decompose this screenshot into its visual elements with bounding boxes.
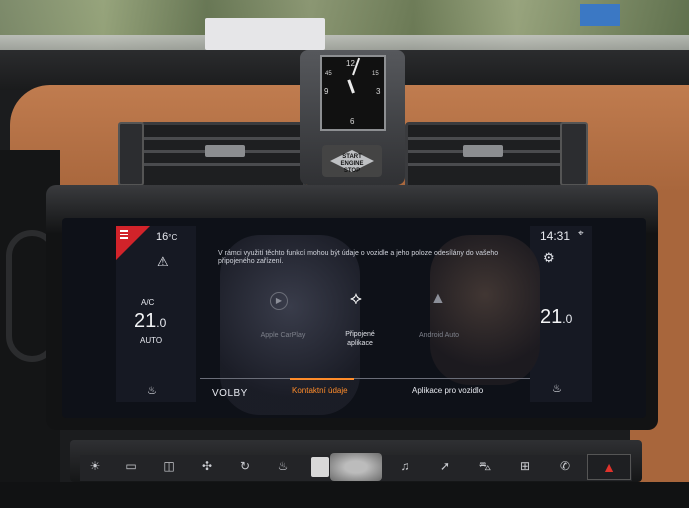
connected-apps-label-line2: aplikace — [347, 340, 373, 347]
left-seat-heat-icon[interactable]: ♨ — [147, 384, 157, 397]
left-temp-decimal: .0 — [156, 316, 167, 330]
ac-label[interactable]: A/C — [141, 298, 154, 307]
climate-mode[interactable]: AUTO — [140, 336, 162, 345]
right-seat-heat-icon[interactable]: ♨ — [552, 382, 562, 395]
clock-three: 3 — [376, 87, 381, 96]
tab-divider-line — [200, 378, 530, 379]
right-vent-control[interactable] — [560, 122, 588, 186]
right-temp-decimal: .0 — [562, 312, 573, 326]
android-auto-label: Android Auto — [418, 332, 460, 339]
engine-label-engine: ENGINE — [340, 161, 364, 167]
recirculation-icon[interactable]: ↻ — [234, 459, 256, 473]
clock-fifteen: 15 — [372, 71, 379, 77]
warning-icon[interactable]: ⚠ — [157, 254, 169, 270]
fan-icon[interactable]: ✣ — [196, 459, 218, 473]
left-temp-value: 21 — [134, 310, 157, 332]
clock-forty-five: 45 — [325, 71, 332, 77]
front-defrost-icon[interactable]: ◫ — [158, 459, 180, 473]
clock-twelve: 12 — [346, 59, 355, 68]
car-icon[interactable]: ⛍ — [474, 459, 496, 475]
menu-icon[interactable] — [120, 230, 128, 241]
location-icon: ⌖ — [578, 228, 584, 239]
sun-icon[interactable]: ☀ — [84, 459, 106, 473]
hazard-icon: ▲ — [602, 459, 616, 475]
tab-volby[interactable]: VOLBY — [212, 388, 248, 399]
volume-knob[interactable] — [330, 453, 382, 481]
left-vent-control[interactable] — [118, 122, 144, 186]
apple-carplay-label: Apple CarPlay — [260, 332, 306, 339]
tab-contacts[interactable]: Kontaktní údaje — [292, 386, 348, 395]
apps-grid-icon[interactable]: ⊞ — [514, 459, 536, 473]
clock-time: 14:31 — [540, 229, 571, 243]
connected-apps-label: Připojené aplikace — [330, 330, 390, 348]
engine-label-start: START — [342, 154, 362, 160]
clock-six: 6 — [350, 117, 355, 126]
engine-button-label: START ENGINE STOP — [330, 154, 374, 175]
phone-icon[interactable]: ✆ — [554, 459, 576, 473]
rear-defrost-icon[interactable]: ▭ — [120, 459, 142, 473]
left-temperature[interactable]: 21.0 — [134, 310, 166, 333]
right-air-vent[interactable] — [405, 122, 566, 190]
navigation-icon[interactable]: ➚ — [434, 459, 456, 473]
active-tab-indicator — [290, 378, 354, 380]
clock-nine: 9 — [324, 87, 329, 96]
hour-hand — [347, 79, 355, 94]
hazard-button[interactable]: ▲ — [587, 454, 631, 480]
left-air-vent[interactable] — [140, 122, 306, 190]
connected-apps-tile[interactable]: ⟡ Připojené aplikace — [330, 282, 390, 352]
vent-handle[interactable] — [463, 145, 503, 157]
outside-temperature: 16°C — [156, 231, 177, 243]
tab-vehicle-apps[interactable]: Aplikace pro vozidlo — [412, 386, 483, 395]
connected-apps-label-line1: Připojené — [345, 331, 375, 338]
engine-label-stop: STOP — [343, 168, 361, 174]
settings-icon[interactable]: ⚙ — [543, 250, 555, 266]
volume-button[interactable] — [311, 457, 329, 477]
vent-handle[interactable] — [205, 145, 245, 157]
seat-heat-icon[interactable]: ♨ — [272, 459, 294, 473]
android-auto-tile[interactable]: ▲ Android Auto — [414, 288, 464, 339]
right-temperature[interactable]: 21.0 — [540, 306, 572, 329]
apple-carplay-tile[interactable]: ▶ Apple CarPlay — [254, 288, 305, 339]
lower-console — [0, 482, 689, 508]
right-temp-value: 21 — [540, 306, 563, 328]
truck — [205, 18, 325, 50]
outside-temp-unit: °C — [168, 233, 178, 242]
outside-temp-value: 16 — [156, 231, 169, 243]
music-icon[interactable]: ♫ — [394, 459, 416, 473]
blue-sign — [580, 4, 620, 26]
play-icon: ▶ — [270, 292, 288, 310]
connected-apps-icon: ⟡ — [350, 288, 362, 308]
android-auto-icon: ▲ — [430, 290, 446, 307]
privacy-notice: V rámci využití těchto funkcí mohou být … — [218, 250, 499, 265]
analog-clock: 12 3 6 9 45 15 — [320, 55, 386, 131]
